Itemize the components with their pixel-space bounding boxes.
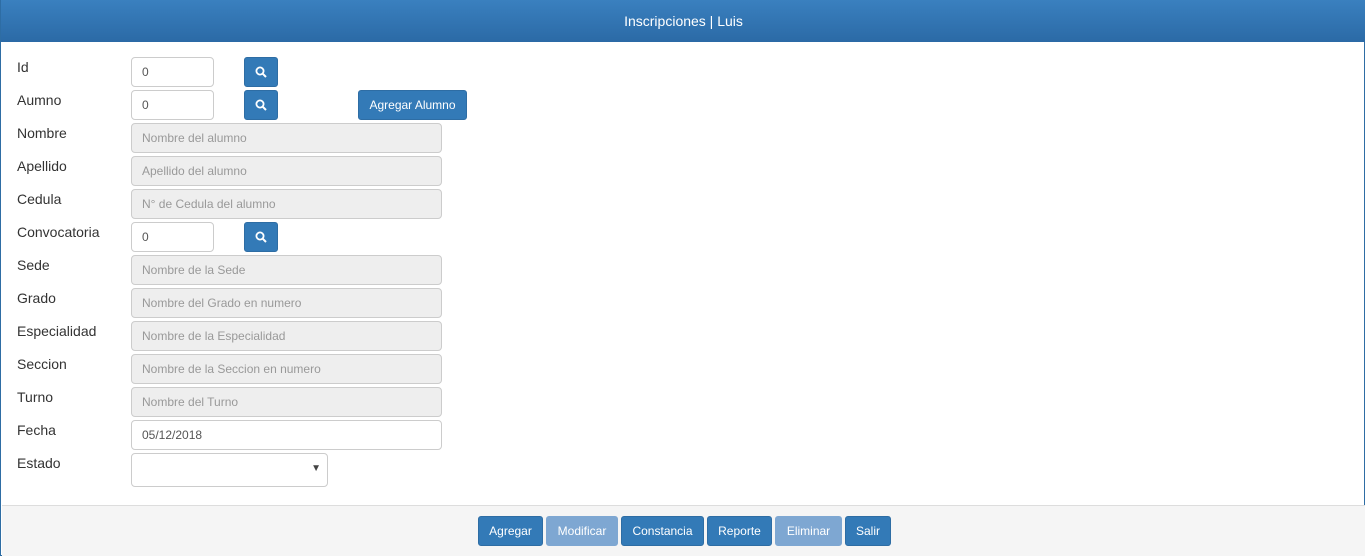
- window-title: Inscripciones | Luis: [1, 0, 1365, 42]
- cedula-field[interactable]: N° de Cedula del alumno: [131, 189, 442, 219]
- apellido-label: Apellido: [17, 158, 67, 174]
- especialidad-field[interactable]: Nombre de la Especialidad: [131, 321, 442, 351]
- apellido-field[interactable]: Apellido del alumno: [131, 156, 442, 186]
- salir-button[interactable]: Salir: [845, 516, 891, 546]
- convocatoria-label: Convocatoria: [17, 224, 100, 240]
- id-label: Id: [17, 59, 29, 75]
- search-icon: [255, 231, 267, 243]
- eliminar-button[interactable]: Eliminar: [775, 516, 842, 546]
- turno-label: Turno: [17, 389, 54, 405]
- turno-field[interactable]: Nombre del Turno: [131, 387, 442, 417]
- nombre-field[interactable]: Nombre del alumno: [131, 123, 442, 153]
- modificar-button[interactable]: Modificar: [546, 516, 618, 546]
- estado-select[interactable]: ▼: [131, 453, 328, 487]
- fecha-label: Fecha: [17, 422, 56, 438]
- especialidad-label: Especialidad: [17, 323, 97, 339]
- caret-down-icon: ▼: [311, 463, 321, 474]
- seccion-field[interactable]: Nombre de la Seccion en numero: [131, 354, 442, 384]
- seccion-label: Seccion: [17, 356, 67, 372]
- sede-label: Sede: [17, 257, 50, 273]
- reporte-button[interactable]: Reporte: [707, 516, 772, 546]
- id-field[interactable]: 0: [131, 57, 214, 87]
- search-icon: [255, 66, 267, 78]
- fecha-field[interactable]: 05/12/2018: [131, 420, 442, 450]
- agregar-button[interactable]: Agregar: [478, 516, 543, 546]
- grado-field[interactable]: Nombre del Grado en numero: [131, 288, 442, 318]
- convocatoria-field[interactable]: 0: [131, 222, 214, 252]
- search-id-button[interactable]: [244, 57, 278, 87]
- alumno-field[interactable]: 0: [131, 90, 214, 120]
- inscripciones-window: Inscripciones | Luis Id 0 Aumno 0 Agrega…: [0, 0, 1365, 556]
- search-icon: [255, 99, 267, 111]
- footer-toolbar: Agregar Modificar Constancia Reporte Eli…: [2, 505, 1365, 556]
- grado-label: Grado: [17, 290, 56, 306]
- estado-label: Estado: [17, 455, 61, 471]
- search-convocatoria-button[interactable]: [244, 222, 278, 252]
- agregar-alumno-button[interactable]: Agregar Alumno: [358, 90, 467, 120]
- cedula-label: Cedula: [17, 191, 62, 207]
- sede-field[interactable]: Nombre de la Sede: [131, 255, 442, 285]
- alumno-label: Aumno: [17, 92, 62, 108]
- search-alumno-button[interactable]: [244, 90, 278, 120]
- constancia-button[interactable]: Constancia: [621, 516, 704, 546]
- nombre-label: Nombre: [17, 125, 67, 141]
